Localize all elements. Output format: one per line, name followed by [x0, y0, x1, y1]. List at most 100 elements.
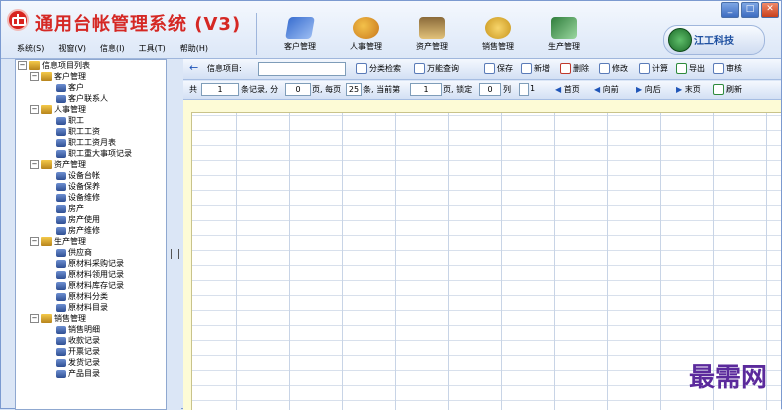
tree-item-label: 设备保养 — [68, 182, 100, 191]
select-checkbox[interactable] — [519, 83, 529, 96]
tree-group[interactable]: − 人事管理 — [16, 104, 166, 115]
next-page-button[interactable]: ▶ 向后 — [636, 84, 661, 95]
group-icon — [41, 237, 52, 246]
tree-item[interactable]: 房产维修 — [16, 225, 166, 236]
tree-item[interactable]: 客户 — [16, 82, 166, 93]
calculator-icon — [639, 63, 650, 74]
tree-item[interactable]: 收款记录 — [16, 335, 166, 346]
info-item-input[interactable] — [258, 62, 346, 76]
prev-page-button[interactable]: ◀ 向前 — [594, 84, 619, 95]
tree-item[interactable]: 职工重大事项记录 — [16, 148, 166, 159]
menu-system[interactable]: 系统(S) — [15, 43, 46, 54]
filter-icon — [356, 63, 367, 74]
audit-icon — [713, 63, 724, 74]
tree-item[interactable]: 原材料领用记录 — [16, 269, 166, 280]
tree-item[interactable]: 设备维修 — [16, 192, 166, 203]
menu-help[interactable]: 帮助(H) — [178, 43, 210, 54]
tree-item-label: 设备维修 — [68, 193, 100, 202]
grid-column-header[interactable] — [183, 100, 781, 113]
tree-item-label: 原材料分类 — [68, 292, 108, 301]
export-icon — [676, 63, 687, 74]
tree-item[interactable]: 销售明细 — [16, 324, 166, 335]
collapse-icon[interactable]: − — [18, 61, 27, 70]
tree-item[interactable]: 开票记录 — [16, 346, 166, 357]
delete-button[interactable]: 删除 — [560, 63, 589, 74]
tree-item-label: 职工重大事项记录 — [68, 149, 132, 158]
refresh-icon — [713, 84, 724, 95]
last-page-button[interactable]: ▶ 末页 — [676, 84, 701, 95]
tree-item[interactable]: 职工 — [16, 115, 166, 126]
tree-item[interactable]: 设备台帐 — [16, 170, 166, 181]
tree-item[interactable]: 设备保养 — [16, 181, 166, 192]
group-icon — [41, 105, 52, 114]
tree-item[interactable]: 客户联系人 — [16, 93, 166, 104]
first-page-label: 首页 — [563, 85, 580, 94]
collapse-icon[interactable]: − — [30, 314, 39, 323]
module-label: 销售管理 — [482, 42, 514, 51]
tree-item[interactable]: 原材料目录 — [16, 302, 166, 313]
calc-button[interactable]: 计算 — [639, 63, 668, 74]
customer-module-button[interactable]: 客户管理 — [271, 17, 329, 52]
tree-item[interactable]: 产品目录 — [16, 368, 166, 379]
customer-icon — [285, 17, 315, 39]
page-count-field[interactable]: 0 — [285, 83, 311, 96]
tree-item[interactable]: 职工工资月表 — [16, 137, 166, 148]
close-button[interactable]: ✕ — [761, 2, 779, 18]
classify-search-button[interactable]: 分类检索 — [356, 63, 401, 74]
tree-item[interactable]: 原材料分类 — [16, 291, 166, 302]
tree-item-label: 房产维修 — [68, 226, 100, 235]
users-icon — [56, 259, 66, 268]
maximize-button[interactable]: □ — [741, 2, 759, 18]
tree-item[interactable]: 房产 — [16, 203, 166, 214]
current-page-select[interactable]: 1 — [410, 83, 442, 96]
tree-item[interactable]: 发货记录 — [16, 357, 166, 368]
sales-module-button[interactable]: 销售管理 — [469, 17, 527, 52]
collapse-icon[interactable]: − — [30, 105, 39, 114]
minimize-button[interactable]: _ — [721, 2, 739, 18]
tree-root-label: 信息项目列表 — [42, 61, 90, 70]
tree-group[interactable]: − 客户管理 — [16, 71, 166, 82]
tree-item[interactable]: 房产使用 — [16, 214, 166, 225]
tree-group-label: 资产管理 — [54, 160, 86, 169]
menu-tools[interactable]: 工具(T) — [137, 43, 168, 54]
tree-item[interactable]: 供应商 — [16, 247, 166, 258]
per-page-field[interactable]: 25 — [346, 83, 362, 96]
tree-group[interactable]: − 生产管理 — [16, 236, 166, 247]
collapse-icon[interactable]: − — [30, 160, 39, 169]
back-arrow-icon[interactable]: ← — [189, 61, 198, 74]
app-logo-icon — [7, 9, 29, 31]
tree-item-label: 原材料库存记录 — [68, 281, 124, 290]
export-button[interactable]: 导出 — [676, 63, 705, 74]
collapse-icon[interactable]: − — [30, 237, 39, 246]
tree-item[interactable]: 原材料库存记录 — [16, 280, 166, 291]
tree-item-label: 开票记录 — [68, 347, 100, 356]
save-button[interactable]: 保存 — [484, 63, 513, 74]
lock-columns-select[interactable]: 0 — [479, 83, 501, 96]
brand-name: 江工科技 — [694, 36, 734, 47]
splitter-grip-icon[interactable] — [171, 249, 179, 259]
hr-module-button[interactable]: 人事管理 — [337, 17, 395, 52]
panel-splitter[interactable] — [167, 59, 181, 410]
grid-row-header[interactable] — [183, 112, 192, 410]
tree-item[interactable]: 职工工资 — [16, 126, 166, 137]
first-page-button[interactable]: ◀ 首页 — [555, 84, 580, 95]
modify-button[interactable]: 修改 — [599, 63, 628, 74]
total-records-field[interactable]: 1 — [201, 83, 239, 96]
tree-group[interactable]: − 资产管理 — [16, 159, 166, 170]
audit-button[interactable]: 审核 — [713, 63, 742, 74]
production-module-button[interactable]: 生产管理 — [535, 17, 593, 52]
tree-root[interactable]: − 信息项目列表 — [16, 60, 166, 71]
users-icon — [56, 138, 66, 147]
new-button[interactable]: 新增 — [521, 63, 550, 74]
refresh-button[interactable]: 刷新 — [713, 84, 742, 95]
tree-group[interactable]: − 销售管理 — [16, 313, 166, 324]
menu-view[interactable]: 视窗(V) — [56, 43, 88, 54]
lock-label: 列 — [503, 85, 511, 94]
menu-info[interactable]: 信息(I) — [98, 43, 127, 54]
users-icon — [56, 281, 66, 290]
asset-module-button[interactable]: 资产管理 — [403, 17, 461, 52]
tree-item[interactable]: 原材料采购记录 — [16, 258, 166, 269]
universal-query-button[interactable]: 万能查询 — [414, 63, 459, 74]
collapse-icon[interactable]: − — [30, 72, 39, 81]
production-icon — [551, 17, 577, 39]
